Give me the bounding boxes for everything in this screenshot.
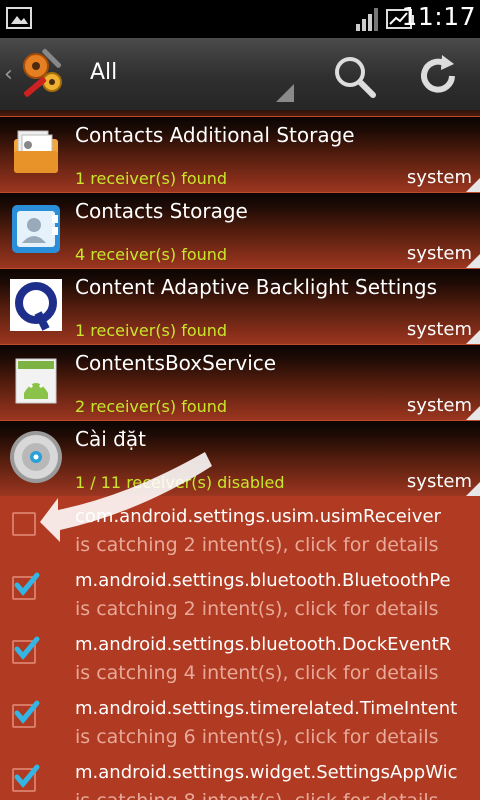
receiver-count: 2 receiver(s) found xyxy=(75,397,228,416)
expand-corner-icon xyxy=(466,482,480,496)
app-row-expanded[interactable]: Cài đặt 1 / 11 receiver(s) disabled syst… xyxy=(0,420,480,496)
checkmark-icon xyxy=(14,636,40,660)
system-tag: system xyxy=(406,471,472,492)
signal-icon xyxy=(356,8,378,31)
receiver-detail: is catching 2 intent(s), click for detai… xyxy=(75,534,439,556)
expand-corner-icon xyxy=(466,406,480,420)
expand-corner-icon xyxy=(466,178,480,192)
receiver-detail: is catching 2 intent(s), click for detai… xyxy=(75,598,439,620)
status-bar: 11:17 xyxy=(0,0,480,38)
receiver-item[interactable]: m.android.settings.bluetooth.BluetoothPe… xyxy=(0,570,480,634)
receiver-count: 1 receiver(s) found xyxy=(75,169,228,188)
system-tag: system xyxy=(406,167,472,188)
receiver-name: m.android.settings.timerelated.TimeInten… xyxy=(75,698,458,719)
receiver-detail: is catching 6 intent(s), click for detai… xyxy=(75,726,439,748)
checkmark-icon xyxy=(14,572,40,596)
spinner-triangle-icon[interactable] xyxy=(276,84,294,102)
receiver-item[interactable]: com.android.settings.usim.usimReceiver i… xyxy=(0,506,480,570)
system-tag: system xyxy=(406,395,472,416)
receiver-checkbox-unchecked[interactable] xyxy=(12,512,36,536)
receiver-detail: is catching 8 intent(s), click for detai… xyxy=(75,790,439,800)
search-icon[interactable] xyxy=(330,52,378,100)
receiver-item[interactable]: m.android.settings.bluetooth.DockEventR … xyxy=(0,634,480,698)
app-name: Contacts Additional Storage xyxy=(75,123,355,147)
receiver-count: 4 receiver(s) found xyxy=(75,245,228,264)
app-name: ContentsBoxService xyxy=(75,351,277,375)
android-icon xyxy=(15,358,57,404)
checkmark-icon xyxy=(14,700,40,724)
backlight-q-icon xyxy=(10,279,62,331)
receiver-item[interactable]: m.android.settings.timerelated.TimeInten… xyxy=(0,698,480,762)
app-row[interactable]: Contacts Storage 4 receiver(s) found sys… xyxy=(0,192,480,268)
receiver-count: 1 / 11 receiver(s) disabled xyxy=(75,473,285,492)
app-row[interactable]: Content Adaptive Backlight Settings 1 re… xyxy=(0,268,480,344)
receiver-name: com.android.settings.usim.usimReceiver xyxy=(75,506,441,527)
receiver-count: 1 receiver(s) found xyxy=(75,321,228,340)
receiver-name: m.android.settings.bluetooth.DockEventR xyxy=(75,634,452,655)
action-bar: ‹ All xyxy=(0,38,480,111)
settings-disc-icon xyxy=(10,431,62,483)
picture-icon xyxy=(6,7,32,29)
expand-corner-icon xyxy=(466,254,480,268)
receiver-detail: is catching 4 intent(s), click for detai… xyxy=(75,662,439,684)
app-name: Contacts Storage xyxy=(75,199,248,223)
checkmark-icon xyxy=(14,764,40,788)
app-gears-icon[interactable] xyxy=(16,48,68,100)
up-chevron-icon[interactable]: ‹ xyxy=(4,62,13,87)
clock: 11:17 xyxy=(401,2,476,31)
app-name: Cài đặt xyxy=(75,427,146,451)
app-name: Content Adaptive Backlight Settings xyxy=(75,275,438,299)
app-row[interactable]: ContentsBoxService 2 receiver(s) found s… xyxy=(0,344,480,420)
expand-corner-icon xyxy=(466,330,480,344)
app-row[interactable]: Contacts Additional Storage 1 receiver(s… xyxy=(0,116,480,192)
receiver-name: m.android.settings.widget.SettingsAppWic xyxy=(75,762,458,783)
contacts-storage-icon xyxy=(14,130,58,173)
receiver-item[interactable]: m.android.settings.widget.SettingsAppWic… xyxy=(0,762,480,800)
filter-spinner-label[interactable]: All xyxy=(90,60,117,85)
system-tag: system xyxy=(406,243,472,264)
refresh-icon[interactable] xyxy=(414,52,462,100)
receiver-list: Contacts Additional Storage 1 receiver(s… xyxy=(0,110,480,800)
contacts-icon xyxy=(12,205,60,253)
system-tag: system xyxy=(406,319,472,340)
receiver-name: m.android.settings.bluetooth.BluetoothPe xyxy=(75,570,451,591)
